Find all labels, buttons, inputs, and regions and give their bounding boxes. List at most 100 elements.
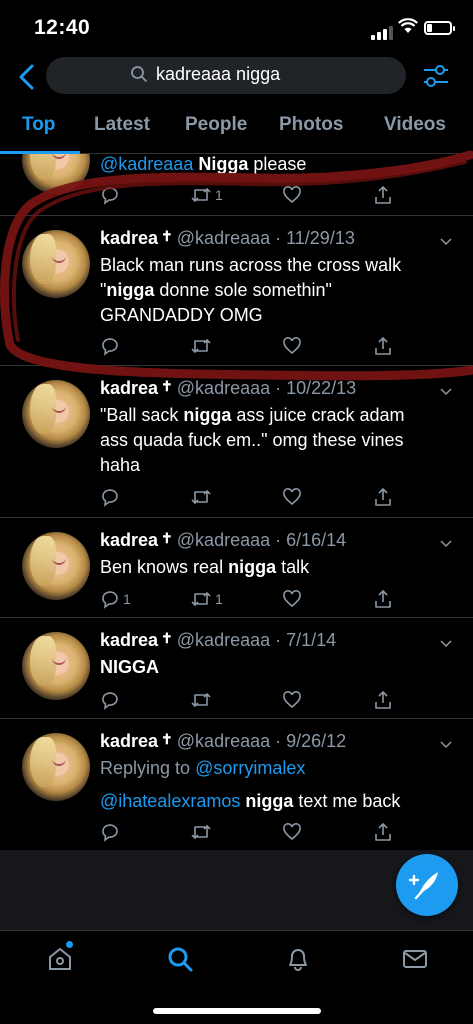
tweet-line: @ihatealexramos nigga text me back [100,789,460,814]
tweet-line: Ben knows real nigga talk [100,555,460,580]
share-button[interactable] [373,588,393,610]
tweet-text: Ben knows real nigga talk [100,555,460,580]
display-name[interactable]: kadrea [100,228,158,248]
search-tabs: Top Latest People Photos Videos [0,110,473,154]
cross-emoji: ✝ [161,630,173,646]
share-icon [375,186,391,204]
retweet-button[interactable] [190,689,212,711]
tweet-header: kadrea ✝ @kadreaaa · 6/16/14 [100,530,346,551]
search-icon [131,66,147,82]
retweet-button[interactable] [190,821,212,843]
avatar[interactable] [22,154,90,194]
mention-link[interactable]: @kadreaaa [100,154,193,174]
tweet-text: @kadreaaa Nigga please [100,154,306,175]
share-button[interactable] [373,486,393,508]
tweet[interactable]: kadrea ✝ @kadreaaa · 10/22/13 "Ball sack n… [0,366,473,518]
tweet[interactable]: kadrea ✝ @kadreaaa · 6/16/14 Ben knows rea… [0,518,473,618]
share-button[interactable] [373,689,393,711]
tab-photos[interactable]: Photos [279,114,343,136]
search-icon[interactable] [166,945,194,973]
tweet-text: Black man runs across the cross walk "ni… [100,253,460,328]
retweet-count: 1 [215,591,223,607]
like-button[interactable] [282,689,302,711]
chevron-down-icon[interactable] [439,538,453,548]
retweet-button[interactable]: 1 [190,184,223,206]
tweet-bold-word: NIGGA [100,657,160,677]
avatar[interactable] [22,532,90,600]
search-input[interactable]: kadreaaa nigga [46,57,406,94]
signal-icon [371,22,395,40]
retweet-button[interactable] [190,486,212,508]
tweet-actions [100,335,400,357]
display-name[interactable]: kadrea [100,378,158,398]
retweet-button[interactable] [190,335,212,357]
like-button[interactable] [282,184,302,206]
reply-button[interactable] [100,486,120,508]
compose-tweet-button[interactable] [396,854,458,916]
battery-icon [424,21,455,35]
reply-button[interactable] [100,689,120,711]
reply-context: Replying to @sorryimalex [100,756,460,781]
tweet-text: NIGGA [100,655,460,680]
chevron-down-icon[interactable] [439,386,453,396]
tab-videos[interactable]: Videos [384,114,446,136]
tweet-header: kadrea ✝ @kadreaaa · 9/26/12 [100,731,346,752]
retweet-button[interactable]: 1 [190,588,223,610]
display-name[interactable]: kadrea [100,731,158,751]
tweet-text-part: "Ball sack [100,405,184,425]
chevron-down-icon[interactable] [439,236,453,246]
retweet-icon [191,188,211,202]
unread-dot [66,941,73,948]
share-button[interactable] [373,184,393,206]
like-button[interactable] [282,335,302,357]
reply-button[interactable] [100,335,120,357]
like-button[interactable] [282,821,302,843]
like-button[interactable] [282,486,302,508]
like-button[interactable] [282,588,302,610]
reply-button[interactable] [100,821,120,843]
avatar[interactable] [22,733,90,801]
share-button[interactable] [373,821,393,843]
tweet[interactable]: kadrea ✝ @kadreaaa · 11/29/13 Black man ru… [0,216,473,366]
display-name[interactable]: kadrea [100,530,158,550]
filter-sliders-icon[interactable] [420,60,452,92]
mention-link[interactable]: @ihatealexramos [100,791,240,811]
tab-latest[interactable]: Latest [94,114,150,136]
search-query: kadreaaa nigga [156,64,281,84]
mail-icon[interactable] [401,945,429,973]
chevron-down-icon[interactable] [439,739,453,749]
tab-people[interactable]: People [185,114,247,136]
status-bar: 12:40 [0,0,473,52]
tab-top[interactable]: Top [22,114,55,136]
tweet-bold-word: nigga [106,280,155,300]
avatar[interactable] [22,632,90,700]
back-chevron-icon[interactable] [15,63,39,91]
tweet-text-part: ass juice crack adam [231,405,405,425]
share-button[interactable] [373,335,393,357]
tweet-header: kadrea ✝ @kadreaaa · 11/29/13 [100,228,355,249]
handle-and-date: @kadreaaa · 9/26/12 [176,731,347,751]
share-icon [375,337,391,355]
retweet-icon [191,339,211,353]
results-feed[interactable]: @kadreaaa Nigga please 1 kadrea ✝ @kadreaa… [0,154,473,850]
bell-icon[interactable] [284,945,312,973]
display-name[interactable]: kadrea [100,630,158,650]
reply-count: 1 [123,591,131,607]
heart-icon [283,691,301,709]
chevron-down-icon[interactable] [439,638,453,648]
reply-icon [102,338,118,356]
tweet[interactable]: kadrea ✝ @kadreaaa · 7/1/14 NIGGA [0,618,473,719]
retweet-icon [191,693,211,707]
home-indicator [153,1008,321,1014]
reply-icon [102,692,118,710]
tweet-line: Black man runs across the cross walk [100,255,402,275]
reply-to-link[interactable]: @sorryimalex [195,758,305,778]
home-icon[interactable] [46,945,74,973]
avatar[interactable] [22,230,90,298]
reply-button[interactable] [100,184,120,206]
tweet[interactable]: kadrea ✝ @kadreaaa · 9/26/12 Replying to @… [0,719,473,850]
avatar[interactable] [22,380,90,448]
status-time: 12:40 [34,16,91,39]
reply-button[interactable]: 1 [100,588,131,610]
tweet[interactable]: @kadreaaa Nigga please 1 [0,154,473,216]
